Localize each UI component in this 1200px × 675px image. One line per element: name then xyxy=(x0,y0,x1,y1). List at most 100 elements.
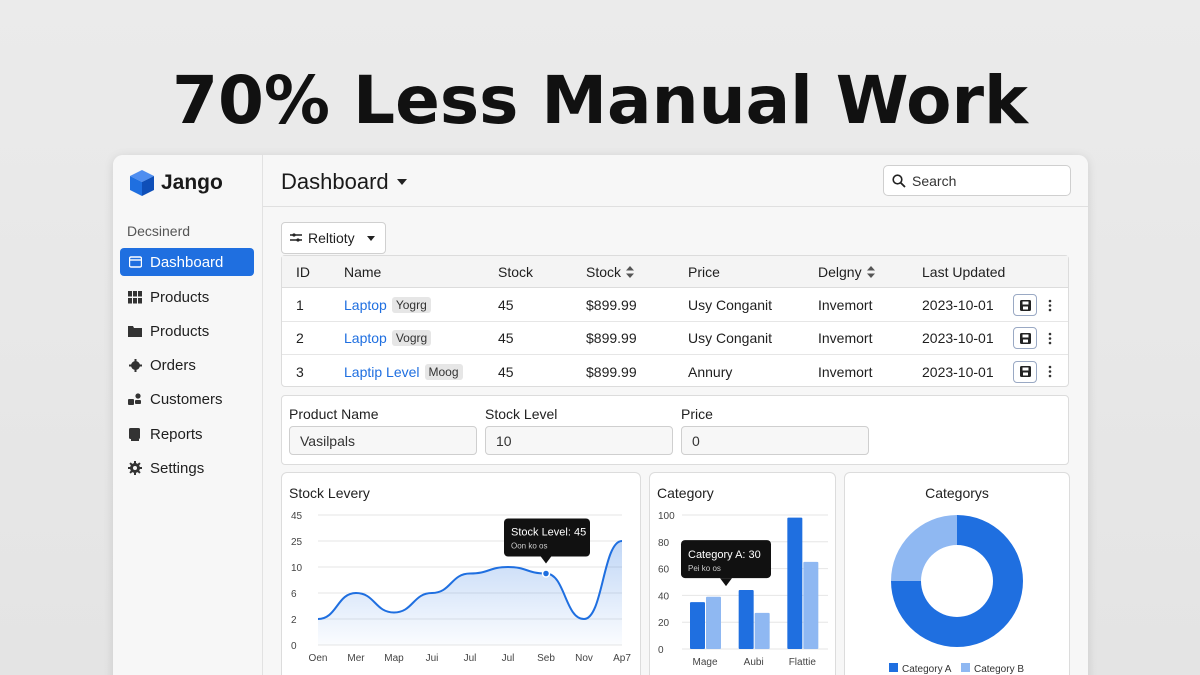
cell-id: 1 xyxy=(296,297,304,313)
save-button[interactable] xyxy=(1013,327,1037,349)
sidebar-item-reports[interactable]: Reports xyxy=(120,420,254,448)
sidebar-item-dashboard[interactable]: Dashboard xyxy=(120,248,254,276)
main-content: Dashboard Search Reltioty ID Name Stock … xyxy=(263,155,1088,675)
topbar: Dashboard Search xyxy=(263,155,1088,207)
legend-label: Category B xyxy=(974,664,1024,675)
folder-icon xyxy=(128,324,142,338)
products-table: ID Name Stock Stock Price Delgny Last Up… xyxy=(281,255,1069,387)
more-vertical-icon[interactable] xyxy=(1048,332,1052,345)
sidebar-item-label: Dashboard xyxy=(150,253,224,271)
tooltip-title: Stock Level: 45 xyxy=(511,527,586,539)
save-icon xyxy=(1019,332,1031,344)
header-last-updated[interactable]: Last Updated xyxy=(922,256,1005,287)
tooltip-pointer xyxy=(720,578,732,587)
logo-text: Jango xyxy=(161,171,223,194)
logo[interactable]: Jango xyxy=(129,169,223,197)
chart-tooltip: Category A: 30 Pei ko os xyxy=(681,540,771,587)
cell-id: 3 xyxy=(296,363,304,380)
legend-swatch xyxy=(889,663,898,672)
x-tick-label: Jul xyxy=(502,653,515,664)
save-button[interactable] xyxy=(1013,360,1037,383)
product-link[interactable]: Laptop xyxy=(344,330,387,346)
sidebar-item-products[interactable]: Products xyxy=(120,283,254,311)
header-stock-sortable[interactable]: Stock xyxy=(586,256,635,287)
sort-icon xyxy=(626,265,635,278)
bar xyxy=(803,561,819,649)
product-link[interactable]: Laptop xyxy=(344,297,387,313)
y-tick-label: 100 xyxy=(658,511,675,522)
cell-id: 2 xyxy=(296,330,304,346)
header-label: Delgny xyxy=(818,263,862,280)
y-tick-label: 10 xyxy=(291,563,303,574)
gear-small-icon xyxy=(128,358,142,372)
category-donut-chart: Category A Category B xyxy=(889,515,1024,675)
header-delgny[interactable]: Delgny xyxy=(818,256,875,287)
app-window: Jango Decsinerd Dashboard Products Produ… xyxy=(113,155,1088,675)
sidebar-item-label: Settings xyxy=(150,459,205,477)
chart-tooltip: Stock Level: 45 Oon ko os xyxy=(504,518,590,564)
y-tick-label: 20 xyxy=(658,618,670,629)
filter-dropdown[interactable]: Reltioty xyxy=(281,222,386,254)
category-bar-chart: 100 80 60 40 20 0 Mage Aubi Flattie Category A: 3… xyxy=(658,511,828,668)
chart-title: Category xyxy=(657,485,714,501)
table-row[interactable]: 1 Laptop Yogrg 45 $899.99 Usy Conganit I… xyxy=(282,289,1068,322)
bar xyxy=(690,602,705,649)
row-actions xyxy=(1013,289,1052,321)
tooltip-sub: Pei ko os xyxy=(688,564,721,573)
settings-icon xyxy=(128,461,142,475)
cell-price: $899.99 xyxy=(586,297,637,313)
price-field[interactable] xyxy=(681,426,869,455)
header-name[interactable]: Name xyxy=(344,256,381,287)
table-row[interactable]: 3 Laptip Level Moog 45 $899.99 Annury In… xyxy=(282,355,1068,388)
more-vertical-icon[interactable] xyxy=(1048,365,1052,378)
table-row[interactable]: 2 Laptop Vogrg 45 $899.99 Usy Conganit I… xyxy=(282,322,1068,355)
cell-price: $899.99 xyxy=(586,363,637,380)
x-tick-label: Mer xyxy=(347,653,365,664)
sidebar-item-products-2[interactable]: Products xyxy=(120,317,254,345)
cell-stock: 45 xyxy=(498,363,514,380)
cell-stock: 45 xyxy=(498,297,514,313)
header-id[interactable]: ID xyxy=(296,256,310,287)
filter-label: Reltioty xyxy=(308,230,355,246)
x-tick-label: Jul xyxy=(464,653,477,664)
y-tick-label: 60 xyxy=(658,565,670,576)
product-name-label: Product Name xyxy=(289,406,379,422)
y-tick-label: 0 xyxy=(658,645,664,656)
sidebar-item-settings[interactable]: Settings xyxy=(120,454,254,482)
tooltip-sub: Oon ko os xyxy=(511,542,547,551)
cell-category: Invemort xyxy=(818,297,873,313)
x-tick-label: Oen xyxy=(309,653,328,664)
legend-swatch xyxy=(961,663,970,672)
stock-level-field[interactable] xyxy=(485,426,673,455)
x-tick-label: Mage xyxy=(692,657,717,668)
grid-icon xyxy=(128,290,142,304)
chart-title: Stock Levery xyxy=(289,485,370,501)
stock-chart-card: Stock Levery 45 25 10 6 2 0 Oen Mer Map Jui Jul Jul… xyxy=(281,472,641,675)
search-input[interactable]: Search xyxy=(883,165,1071,196)
header-price[interactable]: Price xyxy=(688,256,720,287)
save-button[interactable] xyxy=(1013,294,1037,316)
tooltip-title: Category A: 30 xyxy=(688,549,761,561)
sidebar-item-customers[interactable]: Customers xyxy=(120,385,254,413)
stock-line-chart: 45 25 10 6 2 0 Oen Mer Map Jui Jul Jul Seb Nov Ap7 Stoc… xyxy=(291,511,631,664)
legend-label: Category A xyxy=(902,664,952,675)
header-stock[interactable]: Stock xyxy=(498,256,533,287)
bar xyxy=(754,612,770,649)
sidebar-item-orders[interactable]: Orders xyxy=(120,351,254,379)
bar xyxy=(738,590,754,649)
tooltip-pointer xyxy=(540,555,552,564)
y-tick-label: 0 xyxy=(291,641,297,652)
table-header: ID Name Stock Stock Price Delgny Last Up… xyxy=(282,256,1068,288)
product-link[interactable]: Laptip Level xyxy=(344,364,420,380)
y-tick-label: 40 xyxy=(658,591,670,602)
cell-supplier: Annury xyxy=(688,363,733,380)
category-donut-card: Categorys Category A Category B xyxy=(844,472,1070,675)
cell-category: Invemort xyxy=(818,363,873,380)
search-icon xyxy=(892,173,906,188)
search-placeholder: Search xyxy=(912,172,957,189)
save-icon xyxy=(1019,299,1031,311)
cube-logo-icon xyxy=(130,170,154,196)
more-vertical-icon[interactable] xyxy=(1048,299,1052,312)
product-name-field[interactable] xyxy=(289,426,477,455)
page-title[interactable]: Dashboard xyxy=(281,169,407,195)
